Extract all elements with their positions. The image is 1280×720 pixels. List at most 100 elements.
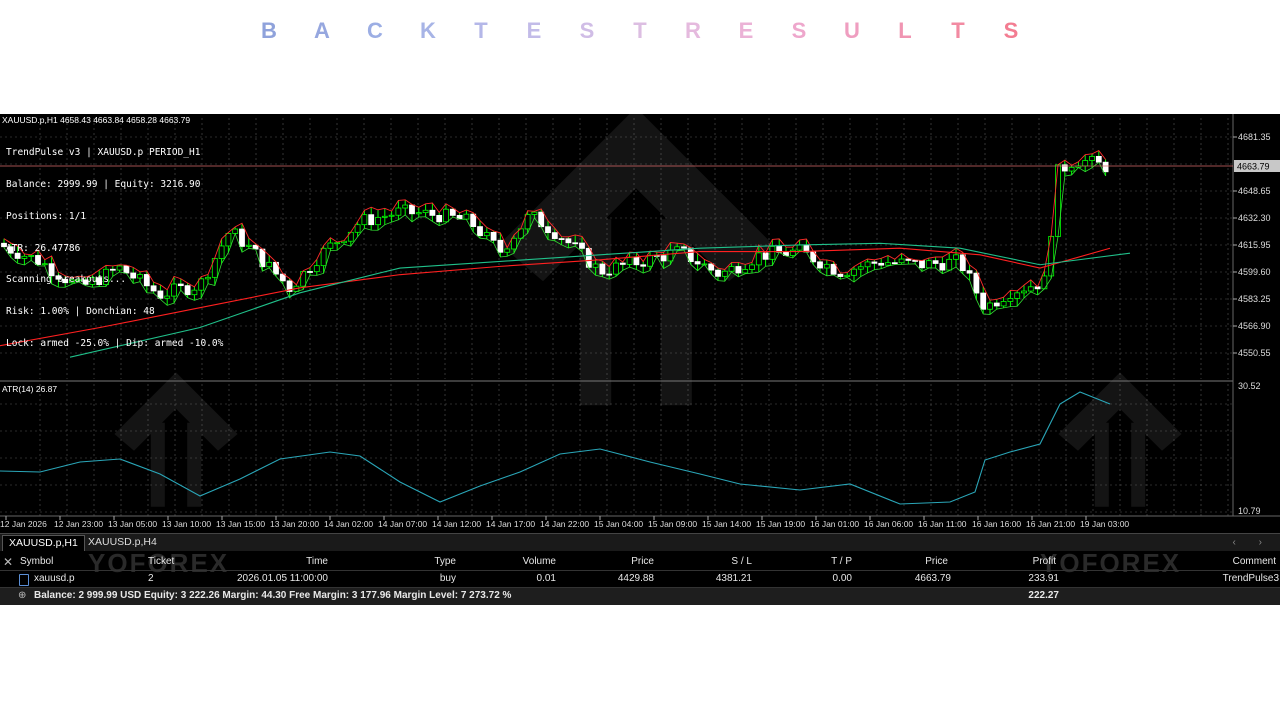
bear-candle (871, 261, 878, 264)
price-axis-label: 4550.55 (1238, 348, 1271, 358)
bull-candle (796, 244, 803, 251)
bull-candle (313, 265, 320, 273)
price-axis-label: 4599.60 (1238, 267, 1271, 277)
bull-candle (1007, 298, 1014, 302)
cell-time: 2026.01.05 11:00:00 (236, 573, 328, 584)
ea-info-line: Lock: armed -25.0% | Dip: armed -10.0% (6, 337, 224, 349)
close-icon[interactable]: ✕ (3, 554, 13, 570)
col-price[interactable]: Price (600, 554, 654, 570)
bear-candle (477, 226, 483, 237)
price-axis-label: 4583.25 (1238, 294, 1271, 304)
bull-candle (851, 268, 857, 276)
bull-candle (1000, 301, 1007, 307)
cell-price: 4429.88 (617, 573, 654, 584)
bear-candle (1095, 155, 1102, 163)
bear-candle (694, 261, 701, 265)
time-axis-label: 12 Jan 2026 (0, 519, 47, 529)
bear-candle (762, 252, 769, 260)
bull-candle (857, 266, 864, 270)
plus-circle-icon[interactable]: ⊕ (18, 588, 26, 604)
price-axis-label: 4681.35 (1238, 132, 1271, 142)
bull-candle (266, 261, 273, 268)
title-letter: T (633, 18, 647, 43)
bull-candle (327, 242, 334, 249)
time-axis-label: 14 Jan 17:00 (486, 519, 535, 529)
bull-candle (755, 252, 762, 266)
cell-type: buy (439, 573, 456, 584)
col-volume[interactable]: Volume (490, 554, 556, 570)
bear-candle (735, 266, 742, 274)
title-letter: R (685, 18, 701, 43)
tab-scroll-arrows[interactable]: ‹ › (1233, 534, 1272, 551)
col-ticket[interactable]: Ticket (148, 554, 174, 570)
bull-candle (987, 302, 993, 310)
bull-candle (443, 208, 449, 223)
current-price-label: 4663.79 (1237, 161, 1270, 171)
summary-profit: 222.27 (1028, 590, 1059, 601)
bull-candle (647, 254, 653, 267)
bear-candle (558, 238, 565, 240)
price-axis-label: 4566.90 (1238, 321, 1271, 331)
time-axis-label: 14 Jan 22:00 (540, 519, 589, 529)
bull-candle (415, 212, 422, 215)
account-summary: Balance: 2 999.99 USD Equity: 3 222.26 M… (34, 590, 512, 601)
col-comment[interactable]: Comment (1180, 554, 1276, 570)
bear-candle (551, 232, 558, 239)
page-title: B A C K T E S T R E S U L T S (0, 18, 1280, 44)
col-symbol[interactable]: Symbol (20, 554, 53, 570)
bear-candle (497, 239, 504, 253)
bear-candle (429, 209, 436, 216)
bear-candle (436, 214, 443, 223)
bull-candle (1068, 166, 1075, 172)
cell-comment: TrendPulse3 (1222, 573, 1279, 584)
cell-ticket: 2 (148, 573, 154, 584)
document-icon (19, 574, 29, 586)
bull-candle (422, 209, 429, 214)
col-tp[interactable]: T / P (790, 554, 852, 570)
col-time[interactable]: Time (230, 554, 328, 570)
price-axis-label: 4632.30 (1238, 213, 1271, 223)
col-price2[interactable]: Price (890, 554, 948, 570)
bull-candle (728, 266, 735, 272)
ea-info-line: ATR: 26.47786 (6, 242, 81, 254)
bull-candle (742, 269, 749, 274)
bear-candle (830, 263, 837, 275)
price-axis-label: 4648.65 (1238, 186, 1271, 196)
bear-candle (633, 256, 640, 266)
table-row[interactable]: xauusd.p 2 2026.01.05 11:00:00 buy 0.01 … (0, 571, 1280, 587)
tab-xauusd-h1[interactable]: XAUUSD.p,H1 (2, 535, 85, 551)
bull-candle (320, 247, 327, 267)
bear-candle (891, 262, 898, 265)
time-axis-label: 12 Jan 23:00 (54, 519, 103, 529)
atr-axis-label: 10.79 (1238, 506, 1261, 516)
bull-candle (531, 211, 538, 215)
ea-info-line: Balance: 2999.99 | Equity: 3216.90 (6, 178, 201, 190)
title-letter: T (951, 18, 965, 43)
bear-candle (449, 208, 456, 216)
bear-candle (687, 247, 694, 262)
cell-tp: 0.00 (832, 573, 852, 584)
time-axis-label: 16 Jan 06:00 (864, 519, 913, 529)
bull-candle (613, 262, 619, 275)
time-axis-label: 15 Jan 09:00 (648, 519, 697, 529)
bull-candle (844, 274, 851, 277)
cell-profit: 233.91 (1028, 573, 1059, 584)
table-header-row: ✕ Symbol Ticket Time Type Volume Price S… (0, 554, 1280, 571)
bull-candle (823, 263, 830, 269)
bull-candle (1027, 286, 1034, 292)
atr-indicator-label: ATR(14) 26.87 (2, 384, 58, 394)
bear-candle (993, 302, 1000, 307)
bear-candle (660, 255, 667, 262)
col-profit[interactable]: Profit (1000, 554, 1056, 570)
col-type[interactable]: Type (400, 554, 456, 570)
bull-candle (1021, 290, 1027, 294)
cell-price2: 4663.79 (914, 573, 951, 584)
time-axis-label: 14 Jan 07:00 (378, 519, 427, 529)
time-axis-label: 19 Jan 03:00 (1080, 519, 1129, 529)
time-axis-label: 13 Jan 05:00 (108, 519, 157, 529)
col-sl[interactable]: S / L (690, 554, 752, 570)
bull-candle (483, 231, 490, 237)
time-axis-label: 16 Jan 11:00 (918, 519, 967, 529)
time-axis-label: 15 Jan 14:00 (702, 519, 751, 529)
bear-candle (565, 238, 572, 244)
